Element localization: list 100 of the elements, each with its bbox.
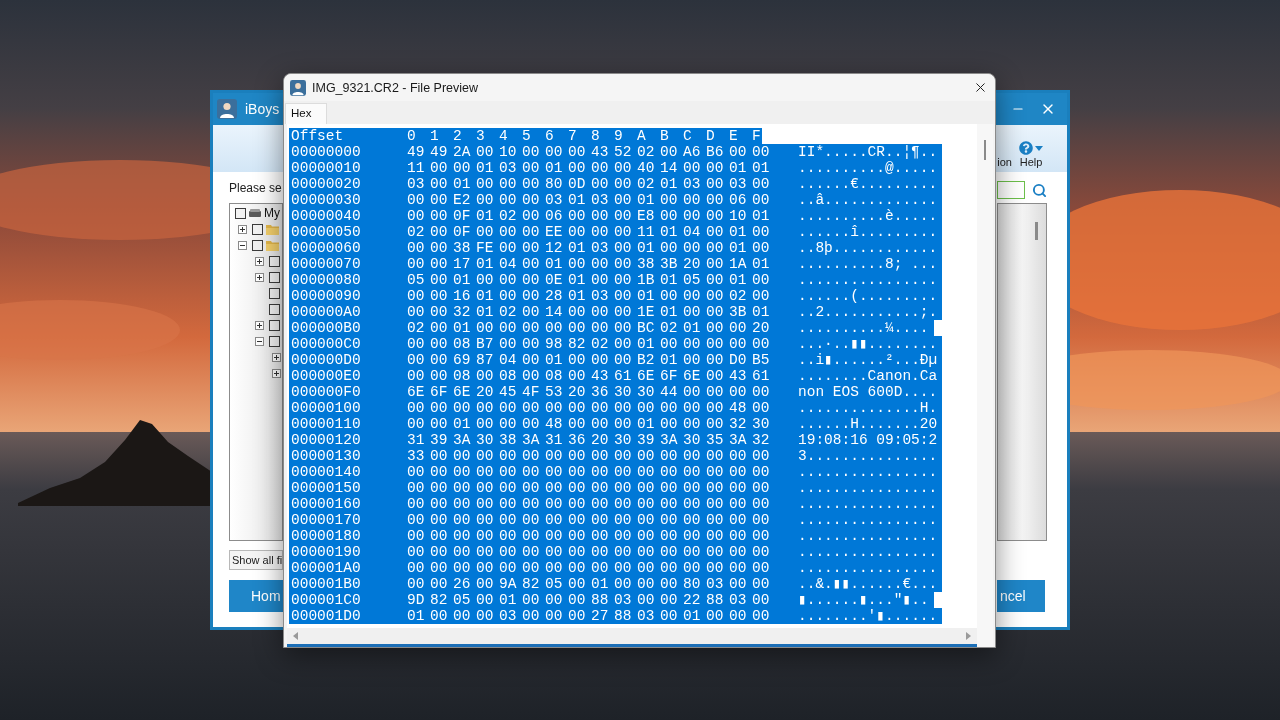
help-button[interactable]: Help <box>1016 141 1046 168</box>
drive-icon <box>249 209 261 217</box>
ascii-text: ........Canon.Ca <box>798 368 938 384</box>
ascii-text: ......€......... <box>798 176 938 192</box>
ascii-text: ......(......... <box>798 288 938 304</box>
offset-text: 00000070 <box>291 256 361 272</box>
offset-text: 00000080 <box>291 272 361 288</box>
checkbox[interactable] <box>235 207 246 219</box>
ascii-text: ..........8; ... <box>798 256 938 272</box>
offset-text: 000001D0 <box>291 608 361 624</box>
ascii-text: ................ <box>798 480 938 496</box>
minus-box-icon[interactable] <box>238 240 247 250</box>
hex-bytes: 00 00 00 00 00 00 00 00 00 00 00 00 00 00 48 00 <box>407 400 770 416</box>
toolbar-button[interactable]: ion <box>997 156 1012 168</box>
hex-bytes: 01 00 00 00 03 00 00 00 27 88 03 00 01 00 00 00 <box>407 608 770 624</box>
ascii-text: ................ <box>798 272 938 288</box>
ascii-text: ................ <box>798 496 938 512</box>
ascii-text: non EOS 600D.... <box>798 384 938 400</box>
ascii-text: II*.....CR..¦¶.. <box>798 144 938 160</box>
hex-bytes: 00 00 17 01 04 00 01 00 00 00 38 3B 20 00 1A 01 <box>407 256 770 272</box>
hex-bytes: 31 39 3A 30 38 3A 31 36 20 30 39 3A 30 35 3A 32 <box>407 432 770 448</box>
checkbox[interactable] <box>269 319 280 331</box>
hex-bytes: 00 00 69 87 04 00 01 00 00 00 B2 01 00 00 D0 B5 <box>407 352 770 368</box>
offset-text: 00000170 <box>291 512 361 528</box>
ascii-text: ......H.......20 <box>798 416 938 432</box>
hex-bytes: 00 00 32 01 02 00 14 00 00 00 1E 01 00 00 3B 01 <box>407 304 770 320</box>
window-title: iBoys <box>245 101 280 117</box>
checkbox[interactable] <box>269 255 280 267</box>
checkbox[interactable] <box>252 239 263 251</box>
ascii-text: ▮......▮..."▮.. <box>798 592 929 608</box>
plus-box-icon[interactable] <box>255 320 264 330</box>
search-icon[interactable] <box>1032 182 1047 198</box>
prompt-text: Please se <box>229 181 283 195</box>
window-title: IMG_9321.CR2 - File Preview <box>312 80 479 95</box>
hex-bytes: 00 00 00 00 00 00 00 00 00 00 00 00 00 00 00 00 <box>407 544 770 560</box>
offset-text: 00000130 <box>291 448 361 464</box>
offset-text: 00000160 <box>291 496 361 512</box>
checkbox[interactable] <box>269 287 280 299</box>
hex-bytes: 03 00 01 00 00 00 80 0D 00 00 02 01 03 00 03 00 <box>407 176 770 192</box>
offset-text: 00000150 <box>291 480 361 496</box>
caret-icon <box>1035 145 1043 151</box>
hex-bytes: 11 00 00 01 03 00 01 00 00 00 40 14 00 00 01 01 <box>407 160 770 176</box>
filter-dropdown[interactable]: Show all fi <box>229 550 283 570</box>
offset-text: 00000010 <box>291 160 361 176</box>
scrollbar-thumb[interactable] <box>1035 222 1038 240</box>
ascii-text: ..&.▮▮......€... <box>798 576 938 592</box>
ascii-text: ..i▮......²...Ðµ <box>798 352 938 368</box>
hex-bytes: 00 00 E2 00 00 00 03 01 03 00 01 00 00 00 06 00 <box>407 192 770 208</box>
ascii-text: ................ <box>798 560 938 576</box>
ascii-text: ..............H. <box>798 400 938 416</box>
ascii-text: ........'▮...... <box>798 608 938 624</box>
offset-text: 00000110 <box>291 416 361 432</box>
ascii-text: ................ <box>798 544 938 560</box>
folder-icon <box>266 223 279 235</box>
plus-box-icon[interactable] <box>255 256 264 266</box>
action-button[interactable]: ncel <box>997 580 1045 612</box>
person-icon <box>217 99 237 119</box>
offset-text: 00000100 <box>291 400 361 416</box>
vertical-scrollbar[interactable] <box>977 124 993 647</box>
plus-box-icon[interactable] <box>272 368 281 378</box>
search-field[interactable] <box>997 181 1025 199</box>
help-icon <box>1019 141 1033 155</box>
offset-text: 000000E0 <box>291 368 361 384</box>
tree-label[interactable]: My <box>264 206 280 220</box>
offset-text: 00000120 <box>291 432 361 448</box>
checkbox[interactable] <box>269 271 280 283</box>
checkbox[interactable] <box>269 335 280 347</box>
hex-bytes: 00 00 08 00 08 00 08 00 43 61 6E 6F 6E 00 43 61 <box>407 368 770 384</box>
offset-text: 00000140 <box>291 464 361 480</box>
checkbox[interactable] <box>269 303 280 315</box>
offset-text: 00000190 <box>291 544 361 560</box>
ascii-text: ..8þ............ <box>798 240 938 256</box>
action-button[interactable]: Hom <box>229 580 283 612</box>
ascii-text: ...·..▮▮........ <box>798 336 938 352</box>
hex-bytes: 00 00 38 FE 00 00 12 01 03 00 01 00 00 00 01 00 <box>407 240 770 256</box>
checkbox[interactable] <box>252 223 263 235</box>
hex-bytes: 00 00 00 00 00 00 00 00 00 00 00 00 00 00 00 00 <box>407 464 770 480</box>
ascii-text: 3............... <box>798 448 938 464</box>
ascii-text: 19:08:16 09:05:2 <box>798 432 938 448</box>
offset-text: 000000D0 <box>291 352 361 368</box>
hex-bytes: 9D 82 05 00 01 00 00 00 88 03 00 00 22 88 03 00 <box>407 592 770 608</box>
column-header: 0 1 2 3 4 5 6 7 8 9 A B C D E F <box>407 128 761 144</box>
plus-box-icon[interactable] <box>272 352 281 362</box>
offset-text: 00000060 <box>291 240 361 256</box>
ascii-text: ..........è..... <box>798 208 938 224</box>
minus-box-icon[interactable] <box>255 336 264 346</box>
hex-bytes: 00 00 00 00 00 00 00 00 00 00 00 00 00 00 00 00 <box>407 496 770 512</box>
scrollbar-thumb[interactable] <box>984 140 986 160</box>
ascii-text: ................ <box>798 464 938 480</box>
hex-bytes: 00 00 08 B7 00 00 98 82 02 00 01 00 00 00 00 00 <box>407 336 770 352</box>
offset-text: 000001A0 <box>291 560 361 576</box>
hex-bytes: 00 00 16 01 00 00 28 01 03 00 01 00 00 00 02 00 <box>407 288 770 304</box>
hex-bytes: 00 00 26 00 9A 82 05 00 01 00 00 00 80 03 00 00 <box>407 576 770 592</box>
hex-bytes: 00 00 0F 01 02 00 06 00 00 00 E8 00 00 00 10 01 <box>407 208 770 224</box>
ascii-text: ................ <box>798 512 938 528</box>
plus-box-icon[interactable] <box>255 272 264 282</box>
offset-text: 00000050 <box>291 224 361 240</box>
plus-box-icon[interactable] <box>238 224 247 234</box>
tab[interactable]: Hex <box>285 103 327 124</box>
offset-text: 000001C0 <box>291 592 361 608</box>
